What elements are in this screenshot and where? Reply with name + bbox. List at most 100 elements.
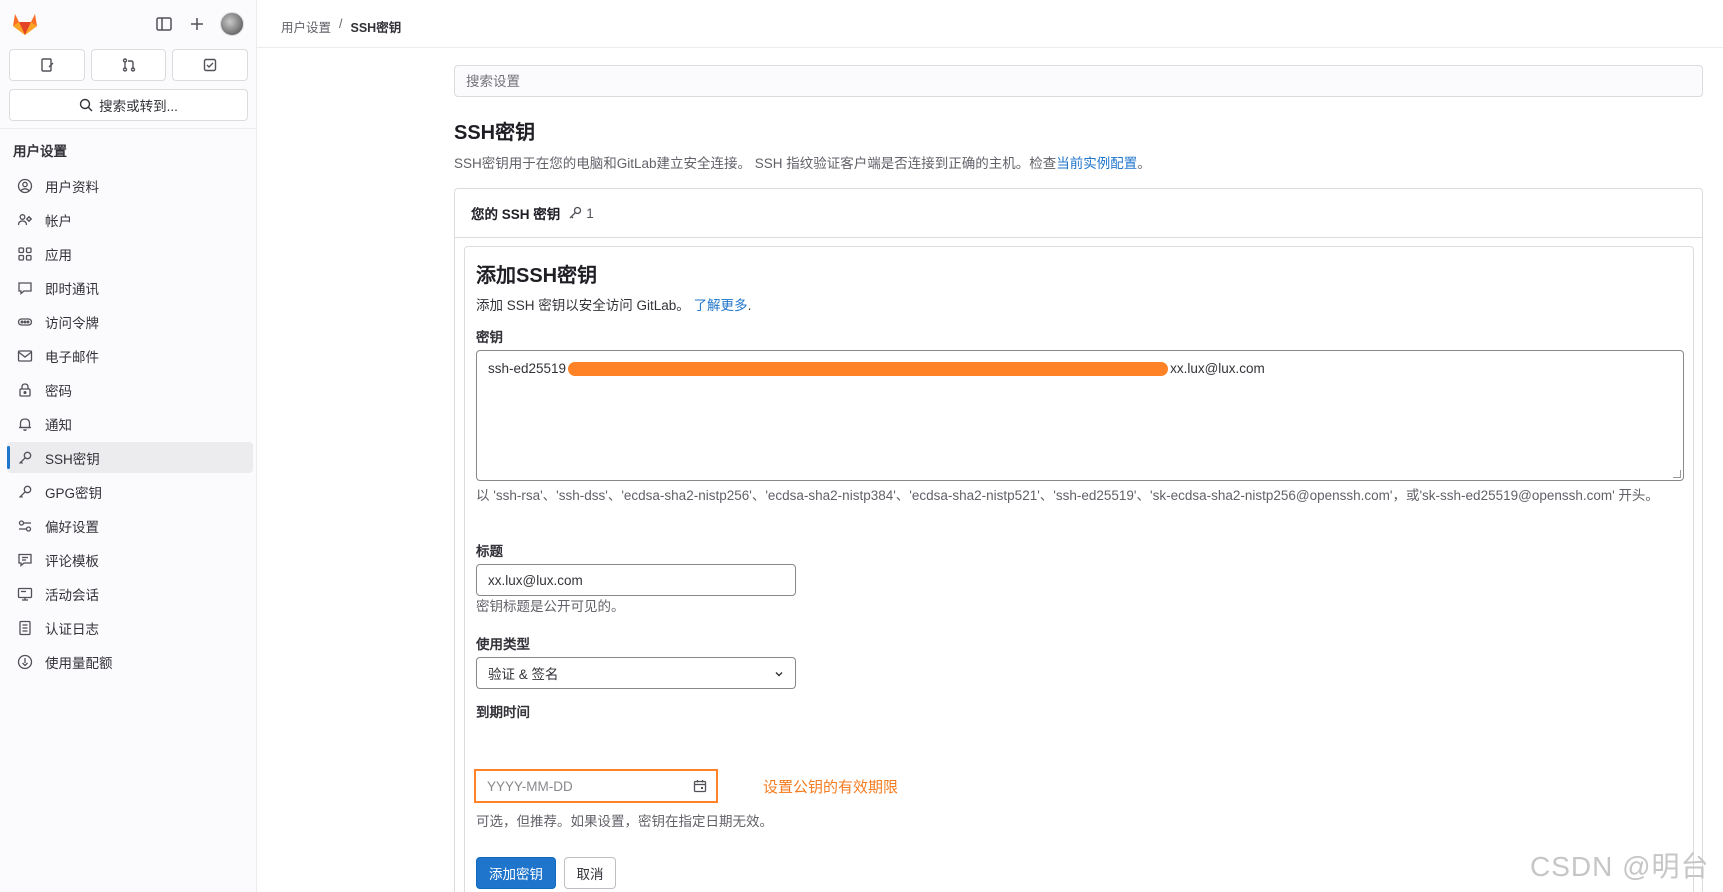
quota-icon bbox=[17, 654, 33, 670]
lock-icon bbox=[17, 382, 33, 398]
add-key-button[interactable]: 添加密钥 bbox=[476, 857, 556, 889]
sidebar: 搜索或转到... 用户设置 用户资料帐户应用即时通讯访问令牌电子邮件密码通知 SS… bbox=[0, 0, 257, 892]
calendar-icon[interactable] bbox=[692, 778, 708, 794]
breadcrumb-parent[interactable]: 用户设置 bbox=[281, 17, 331, 36]
sidebar-item-12[interactable]: 活动会话 bbox=[7, 578, 253, 609]
sidebar-item-label: 即时通讯 bbox=[45, 281, 99, 297]
watermark: CSDN @明台 bbox=[1530, 851, 1710, 882]
breadcrumb: 用户设置 / SSH密钥 bbox=[281, 17, 401, 36]
title-label: 标题 bbox=[476, 544, 503, 559]
redaction-mark bbox=[568, 362, 1169, 377]
title-help-text: 密钥标题是公开可见的。 bbox=[476, 599, 625, 614]
avatar[interactable] bbox=[220, 12, 244, 36]
comment-template-icon bbox=[17, 552, 33, 568]
sidebar-item-label: 评论模板 bbox=[45, 553, 99, 569]
sidebar-section-title: 用户设置 bbox=[13, 144, 67, 159]
page-description-text: SSH密钥用于在您的电脑和GitLab建立安全连接。 SSH 指纹验证客户端是否… bbox=[454, 156, 1057, 171]
key-count-value: 1 bbox=[586, 205, 594, 221]
key-suffix: xx.lux@lux.com bbox=[1170, 361, 1265, 376]
sidebar-item-label: 通知 bbox=[45, 417, 72, 433]
log-icon bbox=[17, 620, 33, 636]
sidebar-item-label: 使用量配额 bbox=[45, 655, 113, 671]
sidebar-item-0[interactable]: 用户资料 bbox=[7, 170, 253, 201]
sidebar-search-button[interactable]: 搜索或转到... bbox=[9, 89, 248, 121]
sidebar-item-7[interactable]: 通知 bbox=[7, 408, 253, 439]
sidebar-item-6[interactable]: 密码 bbox=[7, 374, 253, 405]
usage-type-value: 验证 & 签名 bbox=[488, 667, 559, 682]
session-icon bbox=[17, 586, 33, 602]
sidebar-item-label: 应用 bbox=[45, 247, 72, 263]
sidebar-item-2[interactable]: 应用 bbox=[7, 238, 253, 269]
key-icon bbox=[17, 484, 33, 500]
sidebar-item-3[interactable]: 即时通讯 bbox=[7, 272, 253, 303]
resize-handle[interactable] bbox=[1673, 470, 1681, 478]
sidebar-item-11[interactable]: 评论模板 bbox=[7, 544, 253, 575]
sidebar-item-1[interactable]: 帐户 bbox=[7, 204, 253, 235]
sidebar-nav: 用户资料帐户应用即时通讯访问令牌电子邮件密码通知 SSH密钥 GPG密钥偏好设置评论… bbox=[7, 170, 253, 680]
card-header: 您的 SSH 密钥 1 bbox=[455, 189, 1702, 238]
breadcrumb-separator: / bbox=[339, 17, 343, 31]
usage-type-select[interactable]: 验证 & 签名 bbox=[476, 657, 796, 689]
issues-icon bbox=[41, 58, 54, 72]
sidebar-item-14[interactable]: 使用量配额 bbox=[7, 646, 253, 677]
issues-button[interactable] bbox=[9, 49, 85, 81]
sidebar-item-8[interactable]: SSH密钥 bbox=[7, 442, 253, 473]
form-title: 添加SSH密钥 bbox=[476, 265, 598, 287]
learn-more-link[interactable]: 了解更多 bbox=[694, 298, 748, 313]
key-icon bbox=[569, 206, 582, 219]
bell-icon bbox=[17, 416, 33, 432]
title-input[interactable]: xx.lux@lux.com bbox=[476, 564, 796, 596]
form-description-text: 添加 SSH 密钥以安全访问 GitLab。 bbox=[476, 298, 690, 313]
add-key-form: 添加SSH密钥 添加 SSH 密钥以安全访问 GitLab。 了解更多. 密钥 … bbox=[464, 246, 1694, 892]
sidebar-item-label: 电子邮件 bbox=[45, 349, 99, 365]
instance-config-link[interactable]: 当前实例配置 bbox=[1056, 156, 1137, 171]
form-description: 添加 SSH 密钥以安全访问 GitLab。 了解更多. bbox=[476, 294, 751, 314]
search-icon bbox=[79, 98, 93, 112]
mail-icon bbox=[17, 348, 33, 364]
expiry-help-text: 可选，但推荐。如果设置，密钥在指定日期无效。 bbox=[476, 814, 773, 829]
sidebar-item-label: 活动会话 bbox=[45, 587, 99, 603]
page-title: SSH密钥 bbox=[454, 122, 536, 144]
sidebar-top bbox=[0, 0, 257, 48]
applications-icon bbox=[17, 246, 33, 262]
sidebar-item-10[interactable]: 偏好设置 bbox=[7, 510, 253, 541]
expiry-date-input[interactable]: YYYY-MM-DD bbox=[478, 773, 714, 799]
sidebar-item-label: 密码 bbox=[45, 383, 72, 399]
sidebar-divider bbox=[0, 128, 257, 129]
sidebar-item-5[interactable]: 电子邮件 bbox=[7, 340, 253, 371]
breadcrumb-current[interactable]: SSH密钥 bbox=[351, 17, 402, 36]
plus-icon[interactable] bbox=[187, 14, 207, 34]
settings-search-input[interactable] bbox=[454, 65, 1703, 97]
token-icon bbox=[17, 314, 33, 330]
merge-request-icon bbox=[122, 58, 135, 72]
page-description-end: 。 bbox=[1137, 156, 1151, 171]
chat-icon bbox=[17, 280, 33, 296]
sidebar-toggle-icon[interactable] bbox=[154, 14, 174, 34]
sidebar-item-label: 帐户 bbox=[45, 213, 72, 229]
preferences-icon bbox=[17, 518, 33, 534]
form-description-end: . bbox=[747, 298, 752, 313]
page-description: SSH密钥用于在您的电脑和GitLab建立安全连接。 SSH 指纹验证客户端是否… bbox=[454, 152, 1151, 172]
usage-type-label: 使用类型 bbox=[476, 637, 530, 652]
sidebar-item-13[interactable]: 认证日志 bbox=[7, 612, 253, 643]
sidebar-item-9[interactable]: GPG密钥 bbox=[7, 476, 253, 507]
sidebar-item-label: SSH密钥 bbox=[45, 451, 100, 467]
cancel-button[interactable]: 取消 bbox=[564, 857, 616, 889]
profile-icon bbox=[17, 178, 33, 194]
sidebar-item-label: 偏好设置 bbox=[45, 519, 99, 535]
sidebar-item-label: 访问令牌 bbox=[45, 315, 99, 331]
sidebar-item-label: 认证日志 bbox=[45, 621, 99, 637]
key-label: 密钥 bbox=[476, 330, 503, 345]
todos-button[interactable] bbox=[172, 49, 249, 81]
expiry-placeholder: YYYY-MM-DD bbox=[487, 778, 573, 794]
key-prefix: ssh-ed25519 bbox=[488, 361, 567, 376]
expiry-highlight: YYYY-MM-DD bbox=[474, 769, 718, 803]
expiry-label: 到期时间 bbox=[476, 705, 530, 720]
card-header-label: 您的 SSH 密钥 bbox=[471, 207, 561, 222]
key-textarea[interactable]: ssh-ed25519 xx.lux@lux.com bbox=[476, 350, 1684, 481]
sidebar-item-4[interactable]: 访问令牌 bbox=[7, 306, 253, 337]
todo-icon bbox=[203, 58, 217, 72]
gitlab-logo-icon[interactable] bbox=[12, 12, 38, 36]
merge-requests-button[interactable] bbox=[90, 49, 167, 81]
ssh-keys-card: 您的 SSH 密钥 1 添加SSH密钥 添加 SSH 密钥以安全访问 GitLa… bbox=[454, 188, 1703, 892]
